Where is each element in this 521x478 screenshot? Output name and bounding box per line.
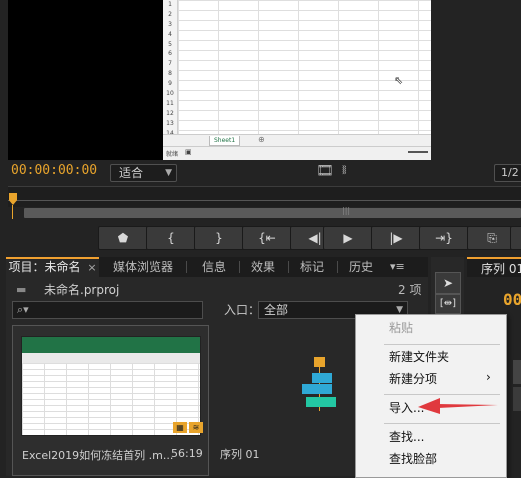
play-button[interactable]: ▶ (323, 226, 373, 250)
mouse-cursor-icon: ⇖ (394, 74, 404, 87)
sheet-status-bar: 就绪 ▣ (163, 146, 431, 160)
tab-info[interactable]: 信息 (194, 257, 234, 277)
chevron-down-icon: ▼ (165, 168, 172, 178)
video-badge-icon: ▦ (173, 422, 187, 433)
add-sheet-icon: ⊕ (258, 135, 265, 144)
go-to-in-icon: {⇤ (258, 231, 276, 245)
go-to-in-button[interactable]: {⇤ (242, 226, 292, 250)
annotation-arrow (418, 398, 498, 414)
track-header-1[interactable] (513, 360, 521, 384)
tab-sequence-label: 序列 01 (481, 262, 521, 276)
row-number: 6 (168, 50, 172, 58)
menu-item-new-bin[interactable]: 新建文件夹 (389, 347, 449, 367)
row-number: 9 (168, 80, 172, 88)
playhead-line (12, 205, 13, 219)
row-number: 7 (168, 60, 172, 68)
go-to-out-icon: ⇥} (435, 231, 453, 245)
track-header-2[interactable] (513, 387, 521, 411)
search-input[interactable]: ⌕▾ (12, 301, 203, 319)
row-number: 4 (168, 30, 172, 38)
add-marker-button[interactable]: ⬟ (98, 226, 148, 250)
panel-tab-bar: 项目：未命名 × 媒体浏览器 信息 效果 标记 历史 ▾≡ (6, 257, 428, 277)
search-icon: ⌕▾ (17, 303, 29, 316)
menu-item-find-faces[interactable]: 查找脸部 (389, 449, 437, 469)
thumbnail-ribbon (22, 337, 200, 353)
mark-out-button[interactable]: } (194, 226, 244, 250)
project-file-name: 未命名.prproj (44, 283, 120, 297)
go-to-out-button[interactable]: ⇥} (419, 226, 469, 250)
mark-in-icon: { (167, 231, 175, 245)
item-duration: 56:19 (171, 447, 203, 460)
time-ruler[interactable] (8, 186, 521, 207)
tab-project-label: 项目：未命名 (8, 260, 81, 274)
step-back-icon: ◀| (308, 231, 322, 245)
entry-label: 入口： (224, 303, 261, 317)
resolution-dropdown[interactable]: 1/2 (494, 164, 521, 182)
bin-folder-icon: ▬ (16, 283, 27, 296)
spreadsheet-preview: 12345678910111213141516 Sheet1 ⊕ 就绪 ▣ (163, 0, 431, 160)
macro-icon: ▣ (185, 148, 192, 156)
sheet-tab: Sheet1 (209, 136, 241, 146)
tab-media-browser[interactable]: 媒体浏览器 (108, 257, 178, 277)
tab-markers[interactable]: 标记 (294, 257, 330, 277)
mark-in-button[interactable]: { (146, 226, 196, 250)
video-preview: 12345678910111213141516 Sheet1 ⊕ 就绪 ▣ (8, 0, 431, 160)
mark-out-icon: } (215, 231, 223, 245)
project-item-video[interactable]: ▦ ≋ Excel2019如何冻结首列 .m... 56:19 (12, 325, 209, 476)
row-number: 3 (168, 20, 172, 28)
sheet-status-text: 就绪 (166, 151, 179, 158)
zoom-slider (408, 151, 428, 153)
export-frame-icon: ⎘ (487, 231, 497, 245)
marker-icon: ⬟ (117, 231, 129, 245)
monitor-panel: 12345678910111213141516 Sheet1 ⊕ 就绪 ▣ 00… (0, 0, 521, 252)
audio-badge-icon: ≋ (189, 422, 203, 433)
row-number: 12 (166, 109, 174, 117)
track-select-tool-icon[interactable]: [⇹] (435, 294, 461, 314)
menu-item-find[interactable]: 查找... (389, 427, 424, 447)
row-number: 1 (168, 1, 172, 8)
play-icon: ▶ (343, 231, 353, 245)
item-name: 序列 01 (220, 448, 260, 461)
tab-effects[interactable]: 效果 (244, 257, 282, 277)
row-number: 13 (166, 119, 174, 127)
row-number: 2 (168, 10, 172, 18)
step-forward-button[interactable]: |▶ (371, 226, 421, 250)
close-icon[interactable]: × (87, 261, 96, 274)
item-count: 2 项 (398, 283, 422, 297)
row-number: 5 (168, 40, 172, 48)
cell-grid (178, 0, 431, 134)
row-number: 8 (168, 70, 172, 78)
zoom-scroll-bar[interactable]: ||| (24, 206, 521, 218)
menu-item-paste[interactable]: 粘贴 (389, 318, 413, 338)
sequence-timecode[interactable]: 00 (503, 290, 521, 309)
step-forward-icon: |▶ (389, 231, 403, 245)
tab-project[interactable]: 项目：未命名 × (6, 257, 99, 277)
menu-separator (384, 344, 500, 345)
tab-sequence[interactable]: 序列 01 (467, 257, 521, 277)
row-number: 11 (166, 99, 174, 107)
fit-dropdown[interactable]: 适合 ▼ (110, 164, 177, 182)
submenu-arrow-icon: › (486, 370, 491, 384)
menu-separator (384, 423, 500, 424)
audio-waveform-icon[interactable]: ⧚ (342, 163, 347, 178)
item-name: Excel2019如何冻结首列 .m... (22, 449, 174, 462)
scroll-grip-icon: ||| (342, 206, 351, 215)
film-icon[interactable]: 🎞 (316, 163, 334, 179)
resolution-label: 1/2 (501, 166, 519, 179)
tab-history[interactable]: 历史 (343, 257, 379, 277)
row-numbers: 12345678910111213141516 (163, 0, 178, 156)
row-number: 10 (166, 90, 174, 98)
fit-dropdown-label: 适合 (119, 166, 144, 180)
video-thumbnail (21, 336, 201, 436)
menu-item-new-item[interactable]: 新建分项 (389, 369, 437, 389)
panel-menu-icon[interactable]: ▾≡ (390, 260, 405, 273)
entry-select-value: 全部 (264, 303, 289, 317)
overflow-button[interactable] (510, 226, 521, 250)
timecode-display[interactable]: 00:00:00:00 (11, 163, 97, 178)
selection-tool-icon[interactable]: ➤ (435, 272, 461, 294)
